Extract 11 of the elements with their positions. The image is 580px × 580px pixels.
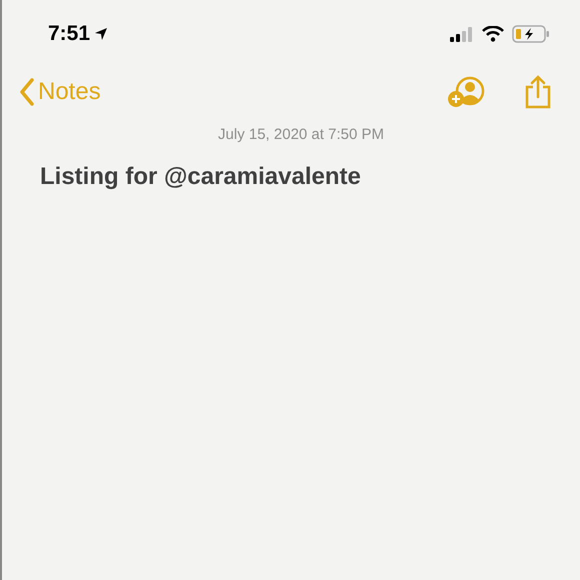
note-title: Listing for @caramiavalente	[40, 162, 361, 190]
chevron-left-icon	[20, 78, 34, 106]
status-time: 7:51	[48, 21, 90, 48]
battery-icon	[512, 25, 550, 43]
add-person-icon[interactable]	[448, 76, 486, 108]
share-icon[interactable]	[524, 75, 552, 109]
note-date: July 15, 2020 at 7:50 PM	[218, 125, 384, 145]
location-arrow-icon	[94, 27, 108, 41]
signal-icon	[450, 26, 474, 42]
back-button[interactable]: Notes	[20, 74, 101, 110]
wifi-icon	[482, 26, 504, 42]
